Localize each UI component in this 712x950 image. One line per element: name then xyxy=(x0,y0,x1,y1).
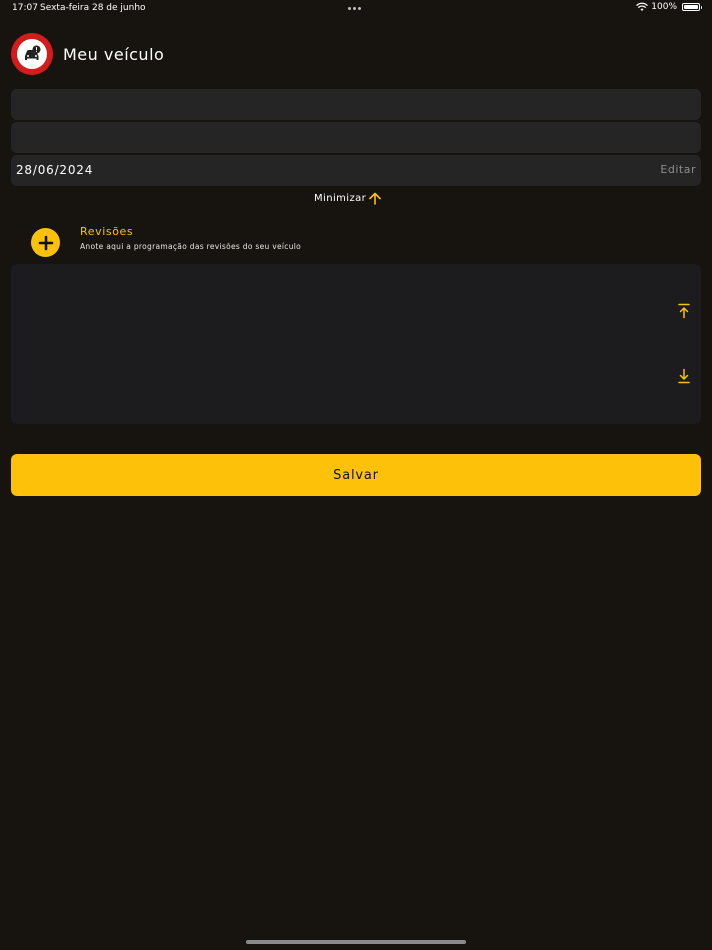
page-title: Meu veículo xyxy=(63,44,165,64)
status-indicators: 100% xyxy=(636,2,702,12)
wifi-icon xyxy=(636,2,648,11)
minimize-label: Minimizar xyxy=(314,193,367,204)
vehicle-field-2[interactable] xyxy=(11,122,701,153)
add-revision-button[interactable] xyxy=(31,228,60,257)
vehicle-input-2[interactable] xyxy=(11,122,701,153)
header: Meu veículo xyxy=(11,33,164,75)
status-bar: 17:07 Sexta-feira 28 de junho 100% xyxy=(0,0,712,18)
app-logo xyxy=(11,33,53,75)
status-time: 17:07 xyxy=(12,3,38,13)
arrow-up-icon xyxy=(369,192,381,205)
section-title: Revisões xyxy=(80,225,134,238)
battery-icon xyxy=(682,3,702,11)
car-alert-icon xyxy=(25,45,41,60)
home-indicator[interactable] xyxy=(246,940,466,944)
minimize-button[interactable]: Minimizar xyxy=(314,192,381,205)
vehicle-field-1[interactable] xyxy=(11,89,701,120)
edit-date-button[interactable]: Editar xyxy=(660,163,696,176)
scroll-to-top-icon[interactable] xyxy=(677,303,691,319)
status-date: Sexta-feira 28 de junho xyxy=(40,3,146,13)
date-field[interactable]: 28/06/2024 Editar xyxy=(11,155,701,186)
plus-icon xyxy=(38,235,53,250)
battery-percentage: 100% xyxy=(651,2,677,12)
save-button[interactable]: Salvar xyxy=(11,454,701,496)
revisions-notes-area[interactable] xyxy=(11,264,701,424)
section-description: Anote aqui a programação das revisões do… xyxy=(80,242,302,251)
multitasking-dots-icon[interactable] xyxy=(348,7,361,10)
scroll-to-bottom-icon[interactable] xyxy=(677,368,691,384)
vehicle-input-1[interactable] xyxy=(11,89,701,120)
date-value: 28/06/2024 xyxy=(16,163,94,177)
